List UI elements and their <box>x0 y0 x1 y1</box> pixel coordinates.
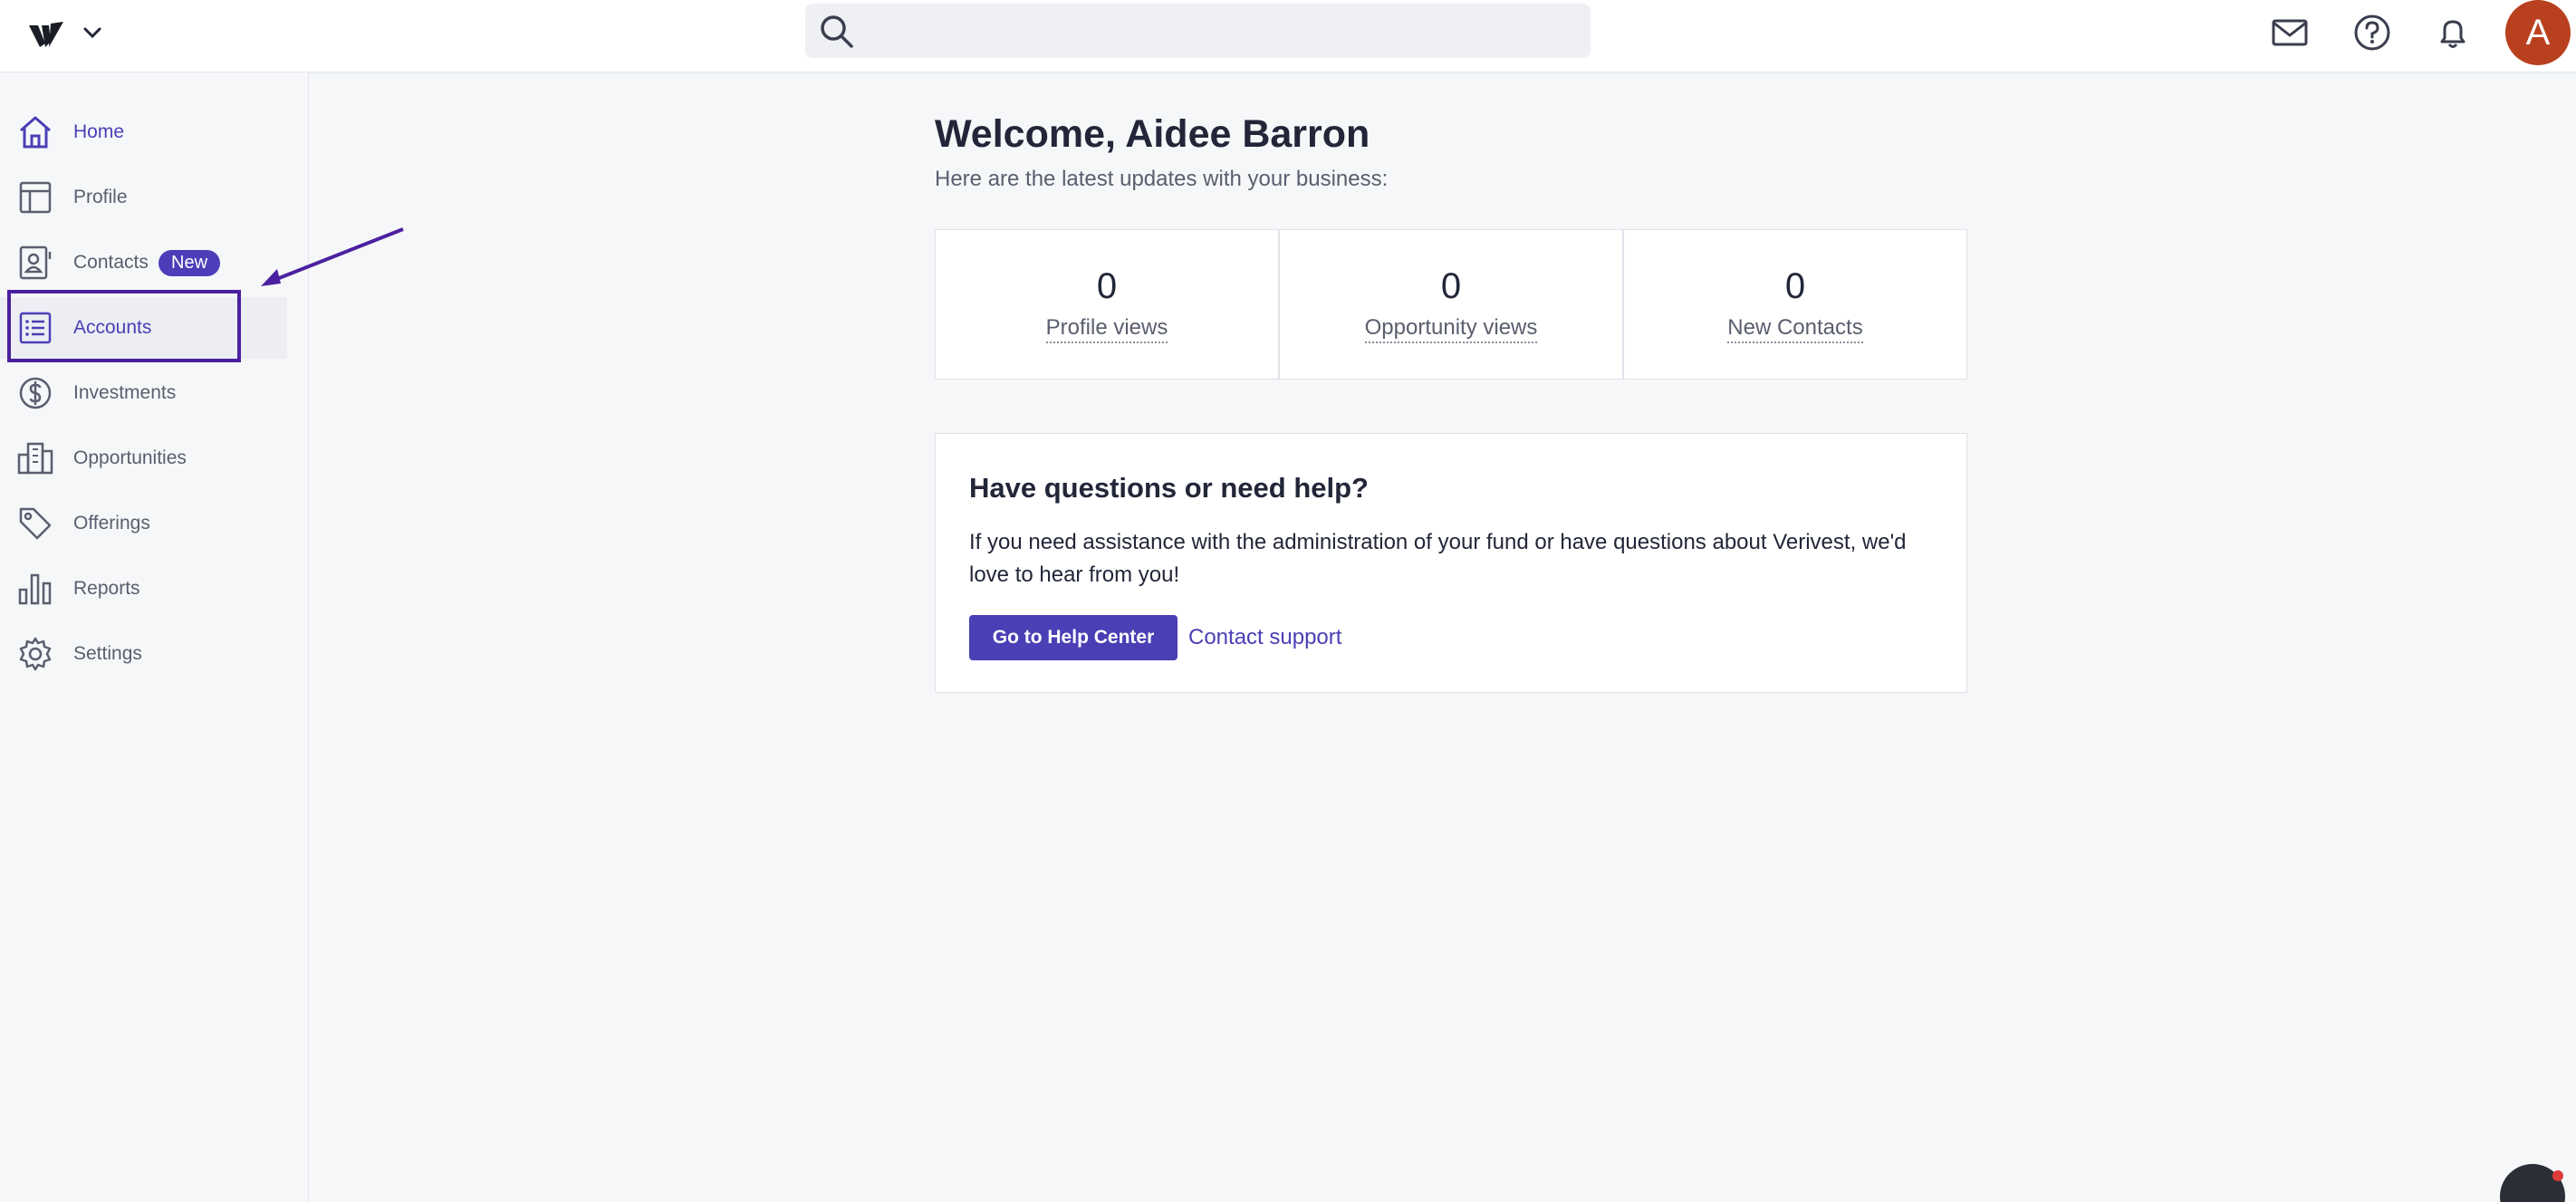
annotation-highlight-box <box>7 290 241 362</box>
page-subtitle: Here are the latest updates with your bu… <box>935 167 1389 191</box>
stat-label[interactable]: Profile views <box>1045 315 1168 343</box>
search-field[interactable] <box>869 4 1575 58</box>
buildings-icon <box>17 442 53 475</box>
dollar-circle-icon <box>19 377 52 409</box>
bell-icon[interactable] <box>2433 13 2473 53</box>
sidebar-item-investments[interactable]: Investments <box>0 362 287 424</box>
verivest-logo-icon[interactable] <box>27 16 67 53</box>
sidebar-item-settings[interactable]: Settings <box>0 623 287 685</box>
gear-icon <box>19 637 52 671</box>
help-card: Have questions or need help? If you need… <box>935 433 1967 693</box>
search-input[interactable] <box>805 4 1591 58</box>
sidebar-item-label: Home <box>73 121 125 142</box>
sidebar-item-label: Offerings <box>73 513 150 534</box>
top-bar: A <box>0 0 2576 72</box>
sidebar-item-reports[interactable]: Reports <box>0 558 287 620</box>
search-icon <box>821 15 853 48</box>
help-title: Have questions or need help? <box>969 472 1369 504</box>
sidebar-item-label: Reports <box>73 578 140 599</box>
stat-value: 0 <box>1440 266 1462 306</box>
notification-dot <box>2552 1170 2563 1181</box>
sidebar-item-offerings[interactable]: Offerings <box>0 493 287 554</box>
stat-value: 0 <box>1096 266 1118 306</box>
stat-label[interactable]: New Contacts <box>1727 315 1863 343</box>
sidebar-item-opportunities[interactable]: Opportunities <box>0 428 287 489</box>
help-center-button[interactable]: Go to Help Center <box>969 615 1177 660</box>
contact-book-icon <box>19 245 52 280</box>
avatar[interactable]: A <box>2505 0 2571 65</box>
sidebar-item-label: Profile <box>73 187 128 207</box>
sidebar-item-label: Contacts <box>73 252 149 273</box>
contact-support-link[interactable]: Contact support <box>1188 625 1341 650</box>
sidebar-item-home[interactable]: Home <box>0 101 287 163</box>
stat-label[interactable]: Opportunity views <box>1364 315 1538 343</box>
annotation-arrow-icon <box>261 227 404 286</box>
chevron-down-icon[interactable] <box>80 20 105 45</box>
help-body: If you need assistance with the administ… <box>969 530 1907 587</box>
sidebar-item-label: Settings <box>73 643 142 664</box>
home-icon <box>20 116 51 149</box>
stat-card-profile-views: 0 Profile views <box>935 229 1279 380</box>
tag-icon <box>19 507 52 540</box>
sidebar-item-profile[interactable]: Profile <box>0 167 287 228</box>
new-badge: New <box>159 249 221 276</box>
sidebar-item-contacts[interactable]: Contacts New <box>0 232 287 293</box>
stat-card-opportunity-views: 0 Opportunity views <box>1279 229 1623 380</box>
page-title: Welcome, Aidee Barron <box>935 112 1370 156</box>
stat-card-new-contacts: 0 New Contacts <box>1623 229 1967 380</box>
help-icon[interactable] <box>2352 13 2392 53</box>
stat-value: 0 <box>1784 266 1806 306</box>
sidebar-item-label: Opportunities <box>73 447 187 468</box>
mail-icon[interactable] <box>2270 13 2310 53</box>
bar-chart-icon <box>18 573 52 605</box>
layout-icon <box>19 181 52 214</box>
sidebar-item-label: Investments <box>73 382 177 403</box>
